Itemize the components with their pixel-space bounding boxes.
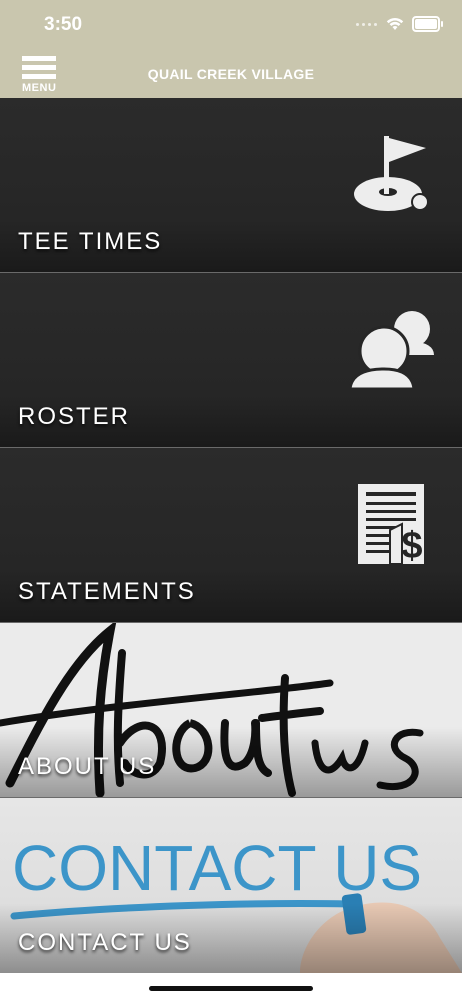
contact-us-image-text: CONTACT US [12, 832, 422, 904]
statement-dollar-icon: $ [358, 484, 424, 566]
tile-about-us[interactable]: ABOUT US [0, 623, 462, 798]
page-title: QUAIL CREEK VILLAGE [147, 66, 315, 82]
tile-label: TEE TIMES [18, 228, 163, 255]
hamburger-icon [22, 56, 56, 61]
tile-label: ROSTER [18, 403, 131, 430]
status-time: 3:50 [44, 14, 83, 35]
status-bar: 3:50 [0, 0, 462, 52]
tile-roster[interactable]: ROSTER [0, 273, 462, 448]
status-icons [356, 16, 443, 32]
tile-contact-us[interactable]: CONTACT US CONTACT US [0, 798, 462, 973]
home-indicator[interactable] [149, 986, 313, 991]
svg-text:$: $ [401, 525, 422, 566]
menu-label: MENU [22, 82, 57, 94]
tile-statements[interactable]: $ STATEMENTS [0, 448, 462, 623]
nav-bar: MENU QUAIL CREEK VILLAGE [0, 52, 462, 98]
tile-label: ABOUT US [18, 753, 157, 780]
tile-label: CONTACT US [18, 929, 192, 956]
tile-tee-times[interactable]: TEE TIMES [0, 98, 462, 273]
people-icon [348, 311, 434, 391]
battery-icon [412, 16, 443, 32]
signal-icon [356, 20, 378, 28]
tile-label: STATEMENTS [18, 578, 196, 605]
wifi-icon [386, 17, 404, 30]
golf-flag-icon [354, 136, 429, 211]
